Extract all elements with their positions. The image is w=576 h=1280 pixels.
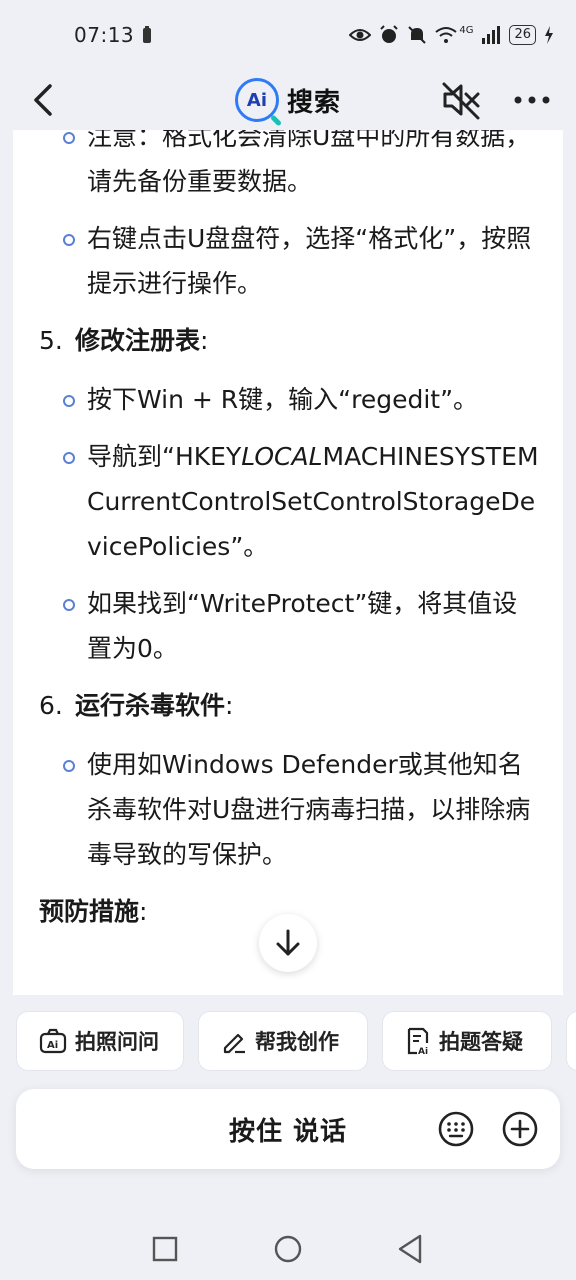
scroll-down-button[interactable] — [259, 914, 317, 972]
recent-apps-icon[interactable] — [152, 1236, 178, 1262]
alarm-icon — [380, 25, 399, 43]
battery-level: 26 — [509, 25, 536, 45]
more-chip[interactable] — [566, 1011, 576, 1071]
camera-ai-icon: Ai — [39, 1028, 67, 1054]
status-bar: 07:13 4G 26 — [0, 0, 576, 70]
back-triangle-icon[interactable] — [396, 1233, 424, 1265]
eye-icon — [349, 29, 372, 41]
speaker-muted-icon[interactable] — [440, 80, 482, 120]
chip-label: 帮我创作 — [255, 1030, 339, 1054]
voice-input-bar: 按住 说话 — [16, 1089, 560, 1169]
hold-to-talk-button[interactable]: 按住 说话 — [16, 1089, 560, 1169]
step-title: 运行杀毒软件 — [75, 691, 226, 720]
app-header: Ai 搜索 — [0, 70, 576, 130]
list-item-text: 使用如Windows Defender或其他知名杀毒软件对U盘进行病毒扫描，以排… — [87, 750, 531, 869]
status-time: 07:13 — [74, 23, 135, 47]
photo-solve-button[interactable]: Ai 拍题答疑 — [382, 1011, 552, 1071]
chip-label: 拍照问问 — [75, 1030, 159, 1054]
list-item-text: 右键点击U盘盘符，选择“格式化”，按照提示进行操作。 — [87, 224, 532, 298]
numbered-heading: 6. 运行杀毒软件: — [13, 683, 563, 728]
back-arrow-icon[interactable] — [26, 78, 62, 122]
charging-icon — [545, 26, 553, 44]
wifi-icon — [435, 27, 457, 43]
logo-badge-text: Ai — [246, 89, 268, 111]
system-nav-bar — [0, 1216, 576, 1280]
hold-to-talk-label: 按住 说话 — [228, 1116, 348, 1147]
home-icon[interactable] — [273, 1234, 303, 1264]
help-create-button[interactable]: 帮我创作 — [198, 1011, 368, 1071]
list-item: 如果找到“WriteProtect”键，将其值设置为0。 — [13, 581, 563, 671]
photo-ask-button[interactable]: Ai 拍照问问 — [16, 1011, 184, 1071]
list-item: 注意：格式化会清除U盘中的所有数据，请先备份重要数据。 — [13, 130, 563, 204]
battery-small-icon — [143, 26, 152, 43]
bell-off-icon — [408, 26, 427, 44]
list-item-text: 导航到“HKEY — [87, 442, 242, 471]
italic-text: LOCAL — [241, 442, 323, 471]
quick-actions: Ai 拍照问问 帮我创作 Ai 拍题答疑 — [16, 1011, 576, 1071]
page-title: 搜索 — [286, 87, 341, 118]
keyboard-icon[interactable] — [436, 1109, 476, 1149]
numbered-heading: 5. 修改注册表: — [13, 318, 563, 363]
answer-content: 注意：格式化会清除U盘中的所有数据，请先备份重要数据。 右键点击U盘盘符，选择“… — [13, 130, 563, 934]
app-logo: Ai 搜索 — [234, 78, 341, 122]
list-item-text: 按下Win + R键，输入“regedit”。 — [87, 385, 479, 414]
section-title: 预防措施 — [39, 897, 140, 926]
chip-label: 拍题答疑 — [439, 1030, 523, 1054]
list-item-text: 如果找到“WriteProtect”键，将其值设置为0。 — [87, 589, 518, 663]
step-title: 修改注册表 — [75, 326, 201, 355]
svg-text:Ai: Ai — [47, 1040, 58, 1051]
step-suffix: : — [225, 691, 234, 720]
list-item: 按下Win + R键，输入“regedit”。 — [13, 377, 563, 422]
list-item: 使用如Windows Defender或其他知名杀毒软件对U盘进行病毒扫描，以排… — [13, 742, 563, 877]
network-type: 4G — [459, 24, 474, 36]
arrow-down-icon — [276, 929, 300, 956]
document-ai-icon: Ai — [407, 1027, 429, 1055]
signal-icon — [482, 26, 501, 44]
ai-logo-icon: Ai — [234, 78, 279, 122]
step-number: 5. — [39, 326, 63, 355]
answer-content-card[interactable]: 注意：格式化会清除U盘中的所有数据，请先备份重要数据。 右键点击U盘盘符，选择“… — [13, 130, 563, 995]
list-item: 导航到“HKEYLOCALMACHINESYSTEMCurrentControl… — [13, 434, 563, 569]
step-suffix: : — [200, 326, 209, 355]
more-dots-icon[interactable] — [512, 80, 552, 120]
pen-icon — [223, 1033, 245, 1054]
svg-text:Ai: Ai — [418, 1047, 428, 1055]
section-suffix: : — [139, 897, 148, 926]
step-number: 6. — [39, 691, 63, 720]
status-time-group: 07:13 — [74, 23, 152, 47]
status-icons: 4G 26 — [349, 25, 554, 45]
list-item-text: 注意：格式化会清除U盘中的所有数据，请先备份重要数据。 — [87, 130, 531, 196]
list-item: 右键点击U盘盘符，选择“格式化”，按照提示进行操作。 — [13, 216, 563, 306]
plus-circle-icon[interactable] — [500, 1109, 540, 1149]
